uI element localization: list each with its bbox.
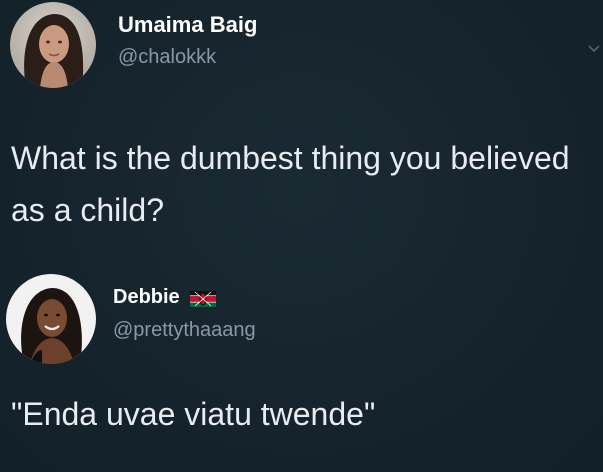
avatar[interactable]: [6, 274, 96, 364]
author-handle[interactable]: @prettythaaang: [113, 319, 256, 342]
author-name[interactable]: Umaima Baig: [118, 12, 257, 38]
chevron-down-icon[interactable]: [588, 40, 600, 56]
screenshot-canvas: Umaima Baig @chalokkk What is the dumbes…: [0, 0, 603, 472]
tweet-original[interactable]: Umaima Baig @chalokkk What is the dumbes…: [0, 0, 603, 240]
author-handle[interactable]: @chalokkk: [118, 46, 216, 69]
tweet-reply[interactable]: Debbie @prettythaaang "Enda uvae viatu t…: [0, 262, 603, 472]
kenya-flag-icon: [189, 290, 216, 307]
author-name-row[interactable]: Debbie: [113, 286, 216, 309]
profile-photo-icon: [10, 2, 96, 88]
author-name[interactable]: Debbie: [113, 286, 180, 309]
profile-photo-icon: [6, 274, 96, 364]
tweet-text: What is the dumbest thing you believed a…: [11, 140, 570, 228]
avatar[interactable]: [10, 2, 96, 88]
tweet-text: "Enda uvae viatu twende": [11, 396, 376, 432]
